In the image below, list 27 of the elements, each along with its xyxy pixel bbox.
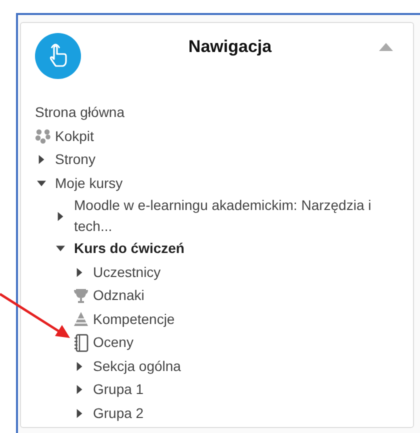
tree-item[interactable]: Kokpit	[55, 126, 102, 147]
notebook-icon	[73, 334, 89, 352]
collapsed-triangle-icon[interactable]	[75, 408, 84, 418]
pyramid-icon	[73, 311, 89, 328]
collapsed-triangle-icon[interactable]	[75, 268, 84, 277]
collapsed-triangle-icon[interactable]	[37, 155, 46, 164]
pointing-hand-icon	[35, 33, 81, 79]
collapsed-triangle-icon[interactable]	[56, 212, 65, 220]
tree-item[interactable]: Grupa 2	[93, 402, 152, 424]
tree-item[interactable]: Grupa 1	[93, 379, 152, 400]
collapsed-triangle-icon[interactable]	[75, 385, 84, 394]
tree-item[interactable]: Moodle w e-learningu akademickim: Narzędzia i tech...	[74, 195, 399, 237]
block-title: Nawigacja	[187, 37, 273, 57]
tree-item[interactable]: Strona główna	[35, 102, 133, 124]
collapsed-triangle-icon[interactable]	[75, 362, 84, 371]
dashboard-icon	[35, 128, 51, 144]
trophy-icon	[73, 288, 89, 304]
tree-item[interactable]: Moje kursy	[55, 172, 131, 194]
tree-item[interactable]: Oceny	[93, 332, 142, 354]
tree-item[interactable]: Uczestnicy	[93, 262, 169, 283]
tree-item[interactable]: Strony	[55, 149, 104, 170]
tree-item[interactable]: Odznaki	[93, 285, 152, 306]
tree-item[interactable]: Kompetencje	[93, 308, 183, 330]
expanded-triangle-icon[interactable]	[56, 244, 65, 254]
tree-item[interactable]: Kurs do ćwiczeń	[74, 238, 192, 260]
tree-item[interactable]: Sekcja ogólna	[93, 356, 189, 377]
expanded-triangle-icon[interactable]	[37, 178, 46, 188]
